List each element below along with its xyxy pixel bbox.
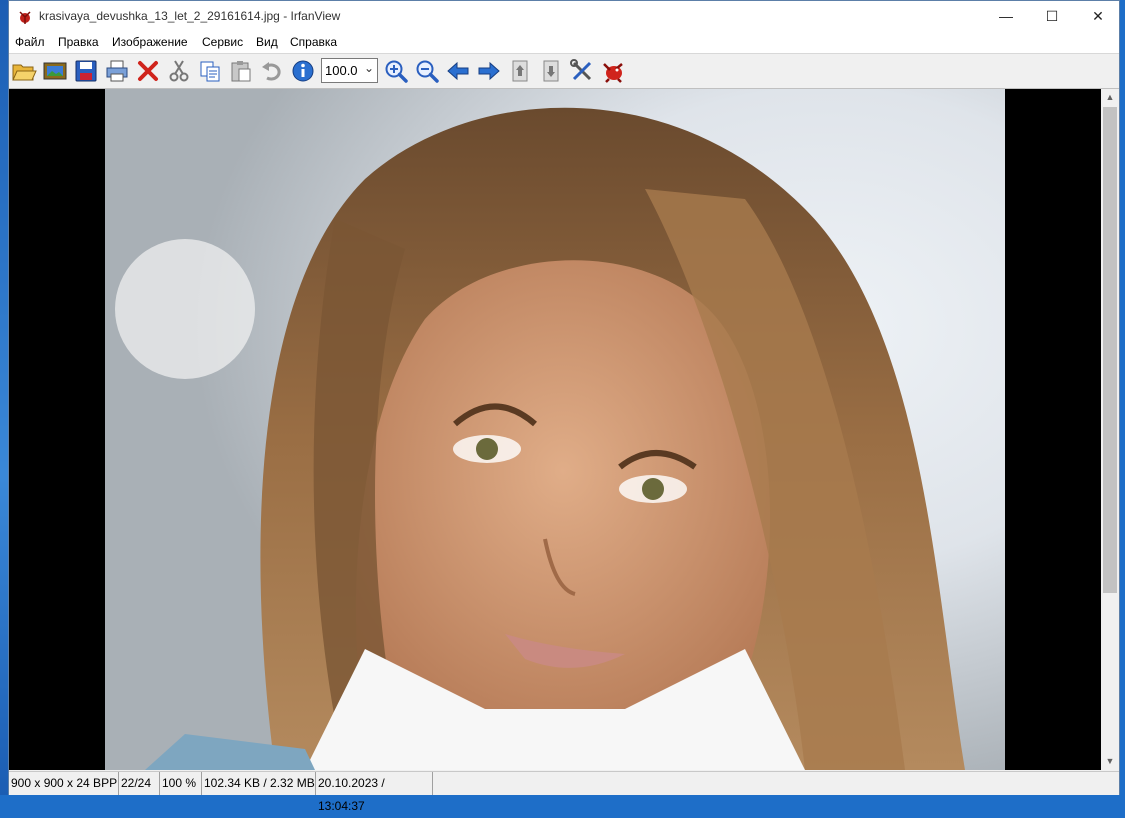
print-icon[interactable]	[104, 58, 130, 84]
next-arrow-icon[interactable]	[476, 58, 502, 84]
status-zoom: 100 %	[160, 772, 202, 795]
minimize-button[interactable]: —	[983, 1, 1029, 33]
undo-icon[interactable]	[259, 58, 285, 84]
zoom-out-icon[interactable]	[414, 58, 440, 84]
toolbar: 100.0 ⌄	[9, 53, 1119, 89]
scroll-up-arrow-icon[interactable]: ▲	[1101, 89, 1119, 106]
paste-icon[interactable]	[228, 58, 254, 84]
chevron-down-icon[interactable]: ⌄	[364, 61, 374, 75]
status-dimensions: 900 x 900 x 24 BPP	[9, 772, 119, 795]
menu-file[interactable]: Файл	[15, 35, 45, 49]
menu-help[interactable]: Справка	[290, 35, 337, 49]
page-down-icon[interactable]	[538, 58, 564, 84]
status-filesize: 102.34 KB / 2.32 MB	[202, 772, 316, 795]
zoom-in-icon[interactable]	[383, 58, 409, 84]
menu-image[interactable]: Изображение	[112, 35, 188, 49]
menu-view[interactable]: Вид	[256, 35, 278, 49]
save-icon[interactable]	[73, 58, 99, 84]
previous-arrow-icon[interactable]	[445, 58, 471, 84]
info-icon[interactable]	[290, 58, 316, 84]
delete-icon[interactable]	[135, 58, 161, 84]
copy-icon[interactable]	[197, 58, 223, 84]
scroll-down-arrow-icon[interactable]: ▼	[1101, 753, 1119, 770]
open-folder-icon[interactable]	[11, 58, 37, 84]
menu-edit[interactable]: Правка	[58, 35, 99, 49]
close-button[interactable]: ✕	[1075, 1, 1121, 33]
menu-bar: Файл Правка Изображение Сервис Вид Справ…	[9, 33, 1119, 53]
status-bar: 900 x 900 x 24 BPP 22/24 100 % 102.34 KB…	[9, 771, 1119, 813]
image-viewport[interactable]	[9, 89, 1101, 770]
cut-icon[interactable]	[166, 58, 192, 84]
photo-portrait	[105, 89, 1005, 770]
scroll-thumb[interactable]	[1103, 107, 1117, 593]
zoom-select[interactable]: 100.0 ⌄	[321, 58, 378, 83]
irfanview-window: krasivaya_devushka_13_let_2_29161614.jpg…	[8, 0, 1120, 813]
status-index: 22/24	[119, 772, 160, 795]
page-up-icon[interactable]	[507, 58, 533, 84]
menu-options[interactable]: Сервис	[202, 35, 243, 49]
irfanview-logo-icon[interactable]	[600, 58, 626, 84]
maximize-button[interactable]: ☐	[1029, 1, 1075, 33]
status-datetime: 20.10.2023 / 13:04:37	[316, 772, 433, 813]
slideshow-icon[interactable]	[42, 58, 68, 84]
window-title: krasivaya_devushka_13_let_2_29161614.jpg…	[39, 9, 341, 23]
desktop-background	[0, 0, 8, 795]
vertical-scrollbar[interactable]: ▲ ▼	[1101, 89, 1119, 770]
settings-icon[interactable]	[569, 58, 595, 84]
irfanview-app-icon	[17, 9, 33, 25]
zoom-value: 100.0	[325, 63, 358, 78]
title-bar[interactable]: krasivaya_devushka_13_let_2_29161614.jpg…	[9, 1, 1119, 33]
